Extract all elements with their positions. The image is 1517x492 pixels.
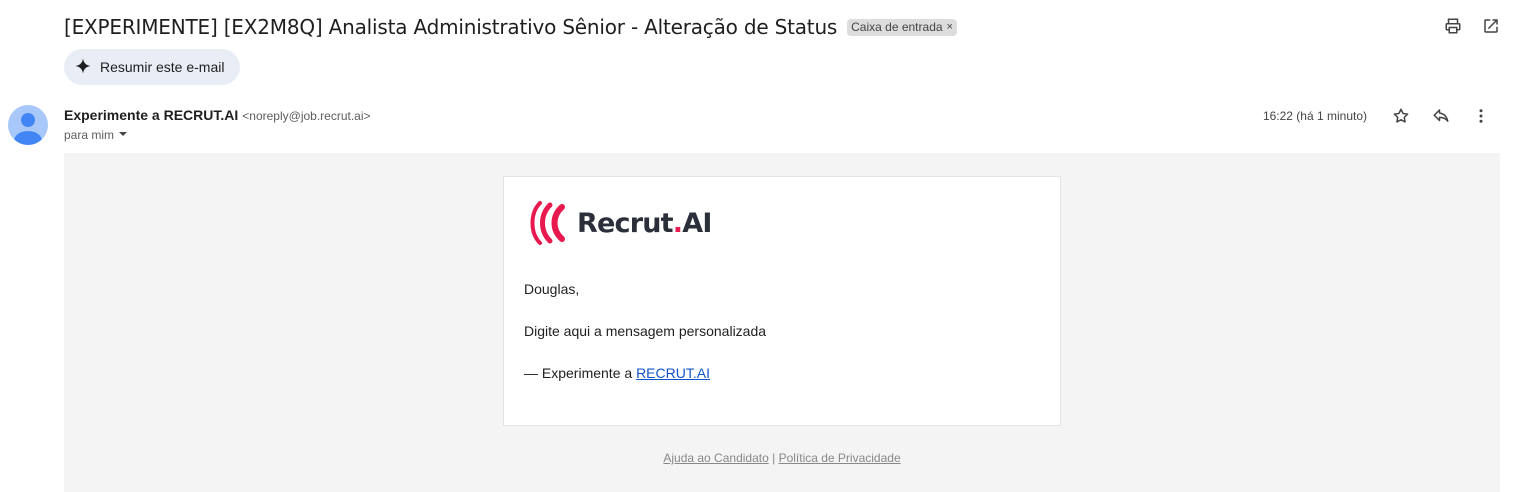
recrut-ai-logo-mark [530, 201, 565, 245]
summarize-email-button[interactable]: Resumir este e-mail [64, 49, 241, 85]
logo-wordmark: Recrut.AI [577, 208, 712, 239]
reply-icon[interactable] [1421, 104, 1461, 128]
logo-word-ai: AI [682, 207, 712, 239]
privacy-policy-link[interactable]: Política de Privacidade [779, 451, 901, 465]
open-in-new-window-icon[interactable] [1481, 16, 1501, 36]
inbox-label-chip[interactable]: Caixa de entrada × [847, 18, 957, 36]
sender-name[interactable]: Experimente a RECRUT.AI [64, 107, 238, 123]
star-icon[interactable] [1381, 104, 1421, 128]
email-body: Recrut.AI Douglas, Digite aqui a mensage… [64, 153, 1500, 492]
message-text: Digite aqui a mensagem personalizada [524, 323, 767, 339]
email-footer: Ajuda ao Candidato | Política de Privaci… [64, 451, 1500, 465]
recrut-ai-link[interactable]: RECRUT.AI [636, 365, 710, 381]
more-vertical-icon[interactable] [1461, 104, 1501, 128]
remove-label-button[interactable]: × [947, 21, 953, 33]
person-icon [14, 113, 42, 145]
email-subject: [EXPERIMENTE] [EX2M8Q] Analista Administ… [64, 15, 838, 39]
logo-word-recrut: Recrut [577, 207, 674, 239]
caret-down-icon[interactable] [118, 128, 128, 142]
message-timestamp: 16:22 (há 1 minuto) [1262, 109, 1367, 123]
sparkle-icon [74, 57, 92, 78]
message-card: Recrut.AI Douglas, Digite aqui a mensage… [503, 176, 1061, 426]
subject-row: [EXPERIMENTE] [EX2M8Q] Analista Administ… [64, 10, 957, 44]
message-actions: 16:22 (há 1 minuto) [1263, 104, 1501, 128]
candidate-help-link[interactable]: Ajuda ao Candidato [663, 451, 768, 465]
recipient-label: para mim [64, 128, 115, 142]
sender-email: <noreply@job.recrut.ai> [242, 109, 371, 123]
top-toolbar [1443, 16, 1501, 36]
logo-word-dot: . [672, 207, 683, 239]
recrut-ai-logo: Recrut.AI [528, 199, 712, 247]
recipient-row[interactable]: para mim [64, 128, 128, 142]
printer-icon[interactable] [1443, 16, 1463, 36]
sender-row: Experimente a RECRUT.AI <noreply@job.rec… [64, 107, 371, 123]
signature-line: — Experimente a RECRUT.AI [524, 365, 710, 381]
signature-prefix: — Experimente a [524, 365, 637, 381]
inbox-label-text: Caixa de entrada [851, 19, 943, 34]
footer-separator: | [768, 451, 779, 465]
greeting-text: Douglas, [524, 281, 580, 297]
summarize-email-label: Resumir este e-mail [100, 59, 225, 75]
sender-avatar[interactable] [8, 105, 48, 145]
